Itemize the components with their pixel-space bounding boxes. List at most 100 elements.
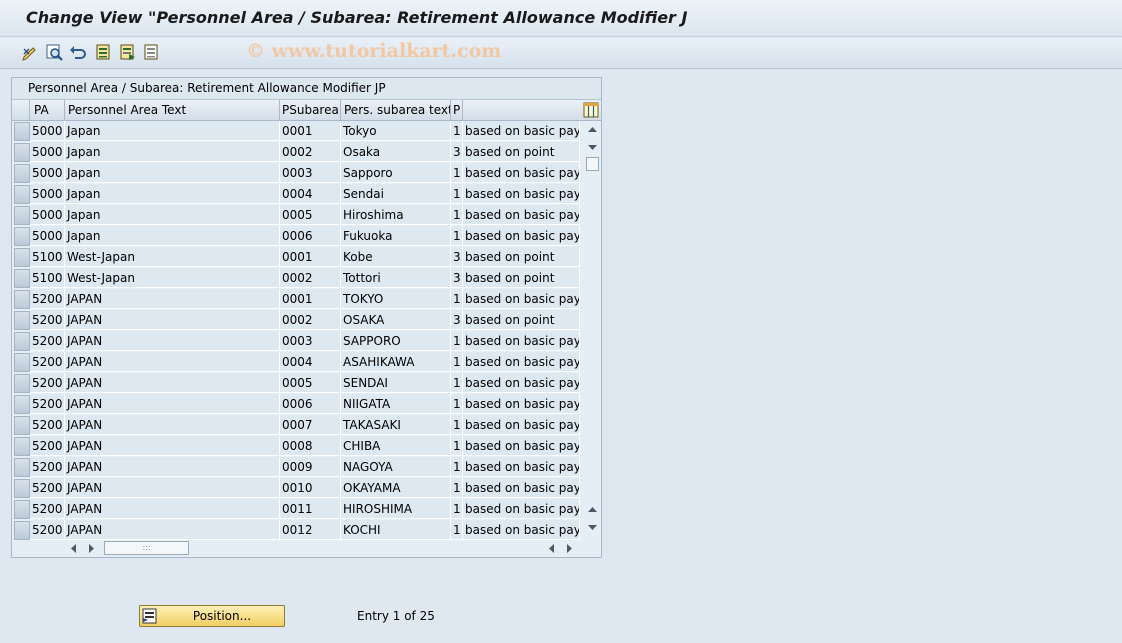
cell-pa[interactable]: 5000 [30,142,65,162]
cell-psa-text[interactable]: OKAYAMA [341,478,451,498]
column-header-p[interactable]: P [451,100,463,120]
row-selector[interactable] [14,206,30,225]
scroll-down-icon[interactable] [584,519,601,536]
cell-pa[interactable]: 5200 [30,352,65,372]
cell-pa[interactable]: 5200 [30,310,65,330]
cell-psubarea[interactable]: 0003 [280,163,341,183]
cell-pa[interactable]: 5200 [30,289,65,309]
cell-p-text[interactable]: based on basic pay [463,205,580,225]
cell-p-text[interactable]: based on basic pay [463,415,580,435]
cell-psa-text[interactable]: KOCHI [341,520,451,540]
cell-psa-text[interactable]: CHIBA [341,436,451,456]
cell-p-text[interactable]: based on basic pay [463,331,580,351]
cell-pa[interactable]: 5200 [30,436,65,456]
cell-pa[interactable]: 5200 [30,457,65,477]
cell-pa-text[interactable]: JAPAN [65,289,280,309]
row-selector[interactable] [14,227,30,246]
cell-psa-text[interactable]: TAKASAKI [341,415,451,435]
horizontal-scrollbar[interactable]: ::: [66,540,591,557]
cell-psubarea[interactable]: 0011 [280,499,341,519]
cell-psubarea[interactable]: 0008 [280,436,341,456]
position-button[interactable]: Position... [139,605,285,627]
cell-p-text[interactable]: based on basic pay [463,436,580,456]
cell-p-text[interactable]: based on point [463,142,580,162]
cell-p[interactable]: 1 [451,331,463,351]
row-selector[interactable] [14,353,30,372]
cell-pa[interactable]: 5000 [30,226,65,246]
cell-pa-text[interactable]: Japan [65,121,280,141]
cell-psubarea[interactable]: 0012 [280,520,341,540]
cell-psa-text[interactable]: Fukuoka [341,226,451,246]
cell-psa-text[interactable]: Sendai [341,184,451,204]
cell-pa[interactable]: 5000 [30,184,65,204]
row-selector[interactable] [14,479,30,498]
cell-p[interactable]: 1 [451,163,463,183]
cell-psa-text[interactable]: Sapporo [341,163,451,183]
cell-psa-text[interactable]: HIROSHIMA [341,499,451,519]
cell-psubarea[interactable]: 0007 [280,415,341,435]
scroll-right-icon[interactable] [82,540,99,557]
row-selector[interactable] [14,185,30,204]
row-selector[interactable] [14,164,30,183]
cell-pa[interactable]: 5000 [30,205,65,225]
cell-psubarea[interactable]: 0002 [280,268,341,288]
undo-icon[interactable] [69,43,87,61]
cell-p[interactable]: 1 [451,478,463,498]
cell-p-text[interactable]: based on point [463,268,580,288]
row-selector[interactable] [14,437,30,456]
row-selector[interactable] [14,143,30,162]
row-selector[interactable] [14,248,30,267]
cell-p[interactable]: 1 [451,373,463,393]
cell-psubarea[interactable]: 0006 [280,226,341,246]
cell-psubarea[interactable]: 0004 [280,352,341,372]
select-all-header[interactable] [12,100,30,120]
cell-psubarea[interactable]: 0005 [280,373,341,393]
row-selector[interactable] [14,122,30,141]
cell-psubarea[interactable]: 0001 [280,121,341,141]
cell-p-text[interactable]: based on basic pay [463,478,580,498]
cell-pa-text[interactable]: JAPAN [65,310,280,330]
cell-p-text[interactable]: based on basic pay [463,373,580,393]
cell-pa[interactable]: 5200 [30,373,65,393]
row-selector[interactable] [14,416,30,435]
cell-psubarea[interactable]: 0006 [280,394,341,414]
vertical-scroll-thumb[interactable] [586,157,599,171]
cell-p[interactable]: 1 [451,520,463,540]
cell-psa-text[interactable]: Hiroshima [341,205,451,225]
cell-psa-text[interactable]: SENDAI [341,373,451,393]
cell-psa-text[interactable]: Kobe [341,247,451,267]
cell-pa[interactable]: 5000 [30,121,65,141]
row-selector[interactable] [14,500,30,519]
cell-pa[interactable]: 5200 [30,415,65,435]
cell-psa-text[interactable]: Tottori [341,268,451,288]
cell-pa-text[interactable]: JAPAN [65,373,280,393]
row-selector[interactable] [14,311,30,330]
cell-psa-text[interactable]: TOKYO [341,289,451,309]
cell-pa-text[interactable]: JAPAN [65,436,280,456]
details-icon[interactable] [45,43,63,61]
cell-p[interactable]: 1 [451,415,463,435]
cell-pa[interactable]: 5200 [30,331,65,351]
display-change-icon[interactable] [21,43,39,61]
row-selector[interactable] [14,521,30,540]
scroll-page-up-icon[interactable] [584,501,601,518]
cell-pa-text[interactable]: West-Japan [65,247,280,267]
column-header-psa-text[interactable]: Pers. subarea text [341,100,451,120]
cell-p[interactable]: 1 [451,289,463,309]
cell-p[interactable]: 1 [451,499,463,519]
cell-pa[interactable]: 5100 [30,268,65,288]
row-selector[interactable] [14,290,30,309]
cell-p-text[interactable]: based on basic pay [463,226,580,246]
cell-pa-text[interactable]: Japan [65,142,280,162]
cell-p[interactable]: 1 [451,184,463,204]
scroll-left-icon[interactable] [544,540,561,557]
cell-pa-text[interactable]: JAPAN [65,478,280,498]
cell-p-text[interactable]: based on point [463,310,580,330]
cell-p[interactable]: 1 [451,226,463,246]
cell-psubarea[interactable]: 0002 [280,142,341,162]
cell-psubarea[interactable]: 0010 [280,478,341,498]
row-selector[interactable] [14,395,30,414]
cell-p-text[interactable]: based on basic pay [463,457,580,477]
cell-psa-text[interactable]: OSAKA [341,310,451,330]
cell-pa[interactable]: 5000 [30,163,65,183]
